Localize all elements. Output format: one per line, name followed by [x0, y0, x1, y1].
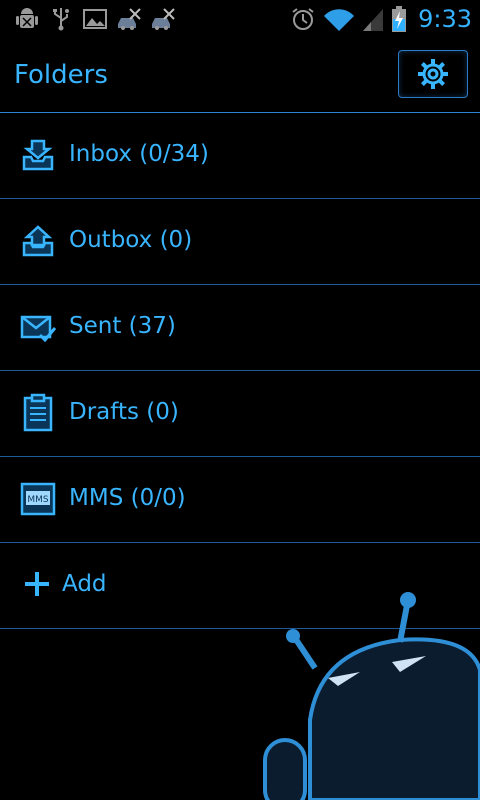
gear-icon — [418, 59, 448, 89]
status-bar: 9:33 — [0, 0, 480, 38]
folder-list: Inbox (0/34) Outbox (0) Sent (37) Drafts… — [0, 113, 480, 629]
folder-label-mms: MMS (0/0) — [69, 485, 186, 511]
status-clock: 9:33 — [418, 5, 472, 33]
battery-charging-icon — [392, 6, 407, 32]
sent-icon — [20, 315, 57, 343]
drafts-icon — [23, 393, 53, 432]
plus-icon — [25, 572, 49, 596]
header-bar: Folders — [0, 40, 480, 113]
car-tools-icon — [152, 8, 175, 30]
inbox-icon — [22, 139, 54, 171]
signal-icon — [363, 9, 384, 31]
folder-item-drafts[interactable]: Drafts (0) — [0, 371, 480, 457]
folder-item-sent[interactable]: Sent (37) — [0, 285, 480, 371]
android-debug-icon — [16, 8, 38, 28]
settings-button[interactable] — [398, 50, 468, 98]
folder-item-mms[interactable]: MMS MMS (0/0) — [0, 457, 480, 543]
folder-label-sent: Sent (37) — [69, 313, 176, 339]
folder-item-inbox[interactable]: Inbox (0/34) — [0, 113, 480, 199]
wifi-icon — [324, 9, 355, 31]
outbox-icon — [22, 225, 54, 257]
picture-icon — [83, 9, 107, 29]
folder-label-drafts: Drafts (0) — [69, 399, 179, 425]
mms-icon-text: MMS — [27, 495, 49, 505]
folder-label-inbox: Inbox (0/34) — [69, 141, 209, 167]
usb-icon — [53, 8, 69, 31]
alarm-icon — [292, 8, 314, 30]
mms-icon: MMS — [20, 482, 56, 516]
add-label: Add — [62, 571, 107, 597]
android-mascot-icon — [263, 592, 480, 800]
page-title: Folders — [14, 60, 108, 90]
folder-label-outbox: Outbox (0) — [69, 227, 193, 253]
folder-item-outbox[interactable]: Outbox (0) — [0, 199, 480, 285]
car-tools-icon — [118, 8, 141, 30]
